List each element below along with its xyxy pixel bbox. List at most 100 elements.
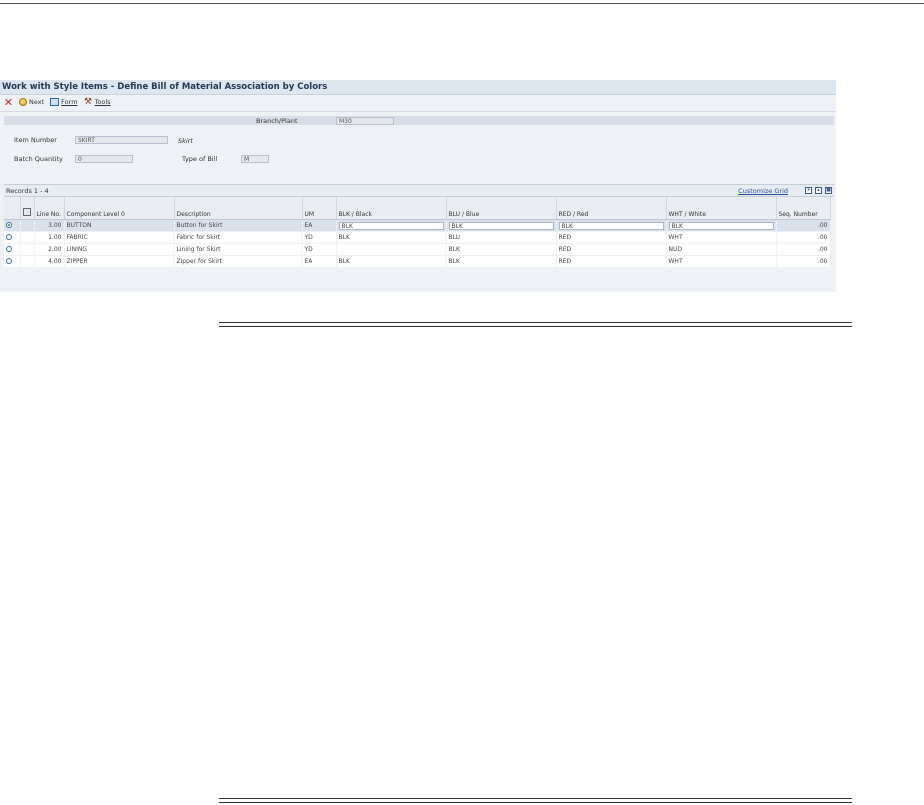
column-header-seq[interactable]: Seq. Number xyxy=(776,197,831,220)
item-number-label: Item Number xyxy=(14,136,57,144)
type-of-bill-label: Type of Bill xyxy=(182,155,218,163)
row-icon-cell xyxy=(20,231,35,244)
red-input[interactable]: BLK xyxy=(558,221,664,230)
blu-cell[interactable]: BLK xyxy=(446,219,557,232)
frame-bottom-rule xyxy=(219,798,852,799)
description-cell: Lining for Skirt xyxy=(174,243,303,256)
wht-input[interactable]: BLK xyxy=(668,221,774,230)
components-grid: Line No. Component Level 0 Description U… xyxy=(4,197,831,268)
column-header-red[interactable]: RED / Red xyxy=(556,197,667,220)
blk-cell[interactable]: BLK xyxy=(336,231,447,244)
component-cell: FABRIC xyxy=(64,231,175,244)
seq-cell: .00 xyxy=(776,243,831,256)
page-top-rule xyxy=(0,3,924,4)
row-exit-icon[interactable] xyxy=(22,208,31,216)
row-radio[interactable] xyxy=(6,221,12,228)
form-menu-button[interactable]: Form xyxy=(50,98,78,106)
wht-cell[interactable]: WHT xyxy=(666,231,777,244)
next-button[interactable]: Next xyxy=(19,98,44,106)
column-header-component[interactable]: Component Level 0 xyxy=(64,197,175,220)
row-radio[interactable] xyxy=(6,245,12,252)
blk-cell[interactable]: BLK xyxy=(336,219,447,232)
wht-cell[interactable]: NUD xyxy=(666,243,777,256)
component-cell: BUTTON xyxy=(64,219,175,232)
branch-plant-strip xyxy=(4,116,834,125)
grid-bar: Records 1 - 4 Customize Grid ▾ ▴ ■ xyxy=(4,184,834,197)
line-no-cell: 4.00 xyxy=(34,255,65,268)
wht-cell[interactable]: WHT xyxy=(666,255,777,268)
table-row[interactable]: 3.00 BUTTON Button for Skirt EA BLK BLK … xyxy=(4,219,831,232)
grid-header-row: Line No. Component Level 0 Description U… xyxy=(4,197,831,220)
blu-cell[interactable]: BLK xyxy=(446,255,557,268)
row-icon-cell xyxy=(20,243,35,256)
column-header-wht[interactable]: WHT / White xyxy=(666,197,777,220)
app-window: Work with Style Items - Define Bill of M… xyxy=(0,80,836,292)
item-number-field[interactable]: SKIRT xyxy=(75,136,168,144)
description-cell: Fabric for Skirt xyxy=(174,231,303,244)
column-header-blu[interactable]: BLU / Blue xyxy=(446,197,557,220)
blu-cell[interactable]: BLK xyxy=(446,243,557,256)
close-button[interactable]: ✕ xyxy=(3,95,14,109)
blk-cell[interactable]: BLK xyxy=(336,255,447,268)
row-radio[interactable] xyxy=(6,257,12,264)
row-select[interactable] xyxy=(4,255,21,268)
next-icon xyxy=(19,98,27,106)
red-cell[interactable]: RED xyxy=(556,243,667,256)
form-label: Form xyxy=(61,98,78,106)
export-icon[interactable]: ▾ xyxy=(805,187,812,194)
row-select[interactable] xyxy=(4,219,21,232)
line-no-cell: 3.00 xyxy=(34,219,65,232)
seq-cell: .00 xyxy=(776,255,831,268)
frame-top-rule-inner xyxy=(219,326,852,327)
type-of-bill-field[interactable]: M xyxy=(241,155,269,163)
table-row[interactable]: 4.00 ZIPPER Zipper for Skirt EA BLK BLK … xyxy=(4,255,831,268)
row-select[interactable] xyxy=(4,243,21,256)
branch-plant-label: Branch/Plant xyxy=(256,117,298,125)
blu-cell[interactable]: BLU xyxy=(446,231,557,244)
select-column-header xyxy=(4,197,21,220)
batch-quantity-label: Batch Quantity xyxy=(14,155,63,163)
line-no-cell: 1.00 xyxy=(34,231,65,244)
column-header-description[interactable]: Description xyxy=(174,197,303,220)
blk-input[interactable]: BLK xyxy=(338,221,444,230)
seq-cell: .00 xyxy=(776,231,831,244)
row-radio[interactable] xyxy=(6,233,12,240)
line-no-cell: 2.00 xyxy=(34,243,65,256)
close-icon: ✕ xyxy=(3,95,14,109)
grid-panel: Records 1 - 4 Customize Grid ▾ ▴ ■ Line … xyxy=(4,184,834,290)
toolbar-divider xyxy=(0,111,836,112)
table-row[interactable]: 2.00 LINING Lining for Skirt YD BLK RED … xyxy=(4,243,831,256)
row-select[interactable] xyxy=(4,231,21,244)
column-header-line-no[interactable]: Line No. xyxy=(34,197,65,220)
batch-quantity-field[interactable]: 0 xyxy=(75,155,133,163)
maximize-grid-icon[interactable]: ■ xyxy=(825,187,832,194)
red-cell[interactable]: RED xyxy=(556,231,667,244)
form-icon xyxy=(50,98,60,106)
item-description: Skirt xyxy=(178,137,193,145)
customize-grid-link[interactable]: Customize Grid xyxy=(738,187,788,195)
table-row[interactable]: 1.00 FABRIC Fabric for Skirt YD BLK BLU … xyxy=(4,231,831,244)
um-cell: EA xyxy=(302,255,337,268)
seq-cell: .00 xyxy=(776,219,831,232)
tools-menu-button[interactable]: ⚒ Tools xyxy=(83,97,111,107)
frame-bottom-rule-inner xyxy=(219,802,852,803)
row-icon-column-header xyxy=(20,197,35,220)
blk-cell[interactable] xyxy=(336,243,447,256)
red-cell[interactable]: BLK xyxy=(556,219,667,232)
import-icon[interactable]: ▴ xyxy=(815,187,822,194)
blu-input[interactable]: BLK xyxy=(448,221,554,230)
row-icon-cell xyxy=(20,255,35,268)
frame-top-rule xyxy=(219,322,852,323)
toolbar: ✕ Next Form ⚒ Tools xyxy=(0,95,836,109)
description-cell: Zipper for Skirt xyxy=(174,255,303,268)
column-header-um[interactable]: UM xyxy=(302,197,337,220)
column-header-blk[interactable]: BLK / Black xyxy=(336,197,447,220)
um-cell: EA xyxy=(302,219,337,232)
tools-label: Tools xyxy=(94,98,111,106)
wht-cell[interactable]: BLK xyxy=(666,219,777,232)
component-cell: ZIPPER xyxy=(64,255,175,268)
red-cell[interactable]: RED xyxy=(556,255,667,268)
tools-icon: ⚒ xyxy=(83,97,93,107)
header-form: Branch/Plant M30 Item Number SKIRT Skirt… xyxy=(0,114,836,172)
branch-plant-field[interactable]: M30 xyxy=(336,117,394,125)
